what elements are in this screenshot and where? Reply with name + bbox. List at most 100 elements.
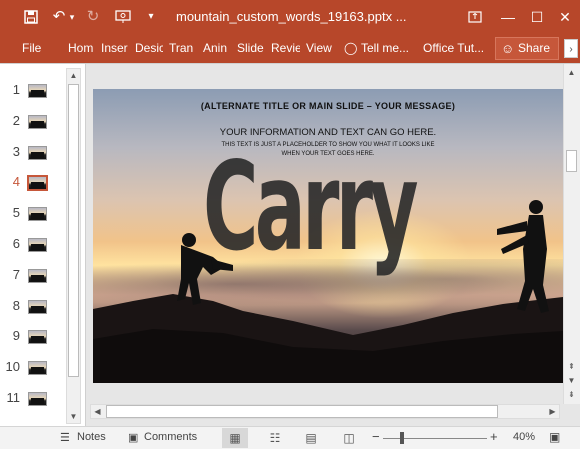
- tell-me-box[interactable]: Tell me...: [361, 41, 409, 55]
- scroll-up-icon[interactable]: ▲: [565, 66, 578, 79]
- thumbnail-image[interactable]: [28, 207, 47, 222]
- title-bar: ↶ ▾ ↻ ▾ mountain_custom_words_19163.pptx…: [0, 0, 580, 34]
- thumbnail-image[interactable]: [28, 114, 47, 129]
- tab-transitions[interactable]: Tran: [169, 41, 195, 55]
- thumbnail-image[interactable]: [28, 299, 47, 314]
- thumbnail-image[interactable]: [28, 361, 47, 376]
- person-icon: ☺: [501, 41, 515, 56]
- slide-sorter-icon[interactable]: ☷: [262, 428, 288, 448]
- scroll-up-icon[interactable]: ▲: [67, 69, 80, 82]
- share-label: Share: [518, 41, 551, 55]
- thumbnail-silhouette: [31, 213, 44, 220]
- zoom-out-button[interactable]: −: [372, 429, 380, 444]
- zoom-in-button[interactable]: +: [490, 429, 498, 444]
- slide-title[interactable]: (ALTERNATE TITLE OR MAIN SLIDE – YOUR ME…: [93, 101, 563, 111]
- thumbnail-silhouette: [31, 90, 44, 96]
- slide-vertical-scrollbar[interactable]: ▲ ⇞ ▼ ⇟: [563, 64, 580, 404]
- thumbnail-silhouette: [31, 274, 44, 281]
- scroll-down-icon[interactable]: ▼: [565, 374, 578, 387]
- ribbon-collapse-icon[interactable]: ›: [564, 39, 578, 58]
- slide-canvas[interactable]: Carry (ALTERNATE TITLE OR MAIN SLIDE – Y…: [93, 89, 563, 383]
- tab-view[interactable]: View: [306, 41, 332, 55]
- notes-button[interactable]: Notes: [77, 431, 106, 443]
- tab-insert[interactable]: Inser: [101, 41, 130, 55]
- thumbnail-image[interactable]: [27, 175, 48, 192]
- next-slide-icon[interactable]: ⇟: [565, 388, 578, 401]
- previous-slide-icon[interactable]: ⇞: [565, 360, 578, 373]
- zoom-level[interactable]: 40%: [513, 431, 535, 443]
- fit-slide-icon[interactable]: ▣: [549, 430, 560, 444]
- customize-qat-icon[interactable]: ▾: [140, 6, 162, 28]
- thumbnail-number: 1: [12, 82, 20, 97]
- present-from-start-icon[interactable]: [112, 6, 134, 28]
- thumbnail-image[interactable]: [28, 84, 47, 98]
- slide-horizontal-scrollbar[interactable]: ◀ ▶: [90, 404, 560, 419]
- tab-design[interactable]: Desic: [135, 41, 163, 55]
- scroll-down-icon[interactable]: ▼: [67, 410, 80, 423]
- tab-office-tutorial[interactable]: Office Tut...: [423, 41, 484, 55]
- slide-placeholder-text[interactable]: THIS TEXT IS JUST A PLACEHOLDER TO SHOW …: [93, 141, 563, 159]
- slide-thumbnail[interactable]: 11: [0, 388, 64, 410]
- tab-animations[interactable]: Anin: [203, 41, 230, 55]
- tab-file[interactable]: File: [22, 41, 41, 55]
- tab-home[interactable]: Hom: [68, 41, 95, 55]
- redo-icon: ↻: [86, 8, 100, 25]
- slide-thumbnail[interactable]: 2: [0, 111, 64, 133]
- document-title: mountain_custom_words_19163.pptx ...: [176, 9, 407, 24]
- slide-thumbnail[interactable]: 3: [0, 142, 64, 164]
- thumbnail-number: 2: [12, 112, 20, 128]
- scroll-right-icon[interactable]: ▶: [546, 405, 559, 418]
- minimize-button[interactable]: —: [495, 4, 521, 30]
- slide-thumbnail[interactable]: 6: [0, 234, 64, 256]
- thumbnail-number: 5: [12, 205, 20, 221]
- slide-info-text[interactable]: YOUR INFORMATION AND TEXT CAN GO HERE.: [93, 127, 563, 138]
- slide-thumbnail[interactable]: 7: [0, 265, 64, 287]
- workspace: ▲ ▼ 1 2 3 4 5 6 7 8 9 10 11 Carry (ALTER…: [0, 63, 580, 427]
- notes-icon: ☰: [60, 432, 70, 444]
- reading-view-icon[interactable]: ▤: [298, 428, 324, 448]
- slide-thumbnail-pane: ▲ ▼ 1 2 3 4 5 6 7 8 9 10 11: [0, 64, 86, 427]
- thumbnail-number: 8: [12, 297, 20, 313]
- slide-thumbnail[interactable]: 5: [0, 203, 64, 225]
- scroll-thumb[interactable]: [68, 84, 79, 377]
- thumbnail-image[interactable]: [28, 238, 47, 252]
- slide-thumbnail[interactable]: 4: [0, 172, 64, 194]
- ribbon-tabs: File Hom Inser Desic Tran Anin Slide Rev…: [0, 34, 580, 63]
- thumbnail-image[interactable]: [28, 145, 47, 160]
- slide-thumbnail[interactable]: 9: [0, 326, 64, 348]
- undo-dropdown-icon[interactable]: ▾: [66, 6, 78, 28]
- placeholder-line-1: THIS TEXT IS JUST A PLACEHOLDER TO SHOW …: [221, 142, 435, 148]
- slideshow-icon[interactable]: ◫: [336, 428, 362, 448]
- slide-thumbnail[interactable]: 10: [0, 357, 64, 379]
- comment-icon: ▣: [128, 432, 139, 444]
- thumbnail-image[interactable]: [28, 268, 47, 283]
- maximize-button[interactable]: ☐: [524, 4, 550, 30]
- share-button[interactable]: ☺ Share: [495, 37, 559, 60]
- ribbon-display-options-icon[interactable]: [462, 4, 488, 30]
- slide-thumbnail[interactable]: 8: [0, 296, 64, 318]
- thumbnail-number: 7: [12, 266, 20, 282]
- thumbnail-silhouette: [31, 367, 44, 374]
- tab-review[interactable]: Revie: [271, 41, 300, 55]
- thumbnail-silhouette: [31, 244, 44, 250]
- scroll-left-icon[interactable]: ◀: [91, 405, 104, 418]
- comments-button[interactable]: Comments: [144, 431, 197, 443]
- thumbnail-silhouette: [31, 305, 44, 312]
- zoom-slider[interactable]: [383, 438, 487, 439]
- thumbnail-image[interactable]: [28, 330, 47, 345]
- thumbnail-silhouette: [31, 120, 44, 127]
- right-figure: [497, 200, 549, 313]
- lightbulb-icon: ◯: [344, 41, 358, 55]
- thumbnail-number: 10: [5, 359, 20, 375]
- left-figure: [177, 233, 233, 305]
- scroll-thumb[interactable]: [106, 405, 498, 418]
- scroll-thumb[interactable]: [566, 150, 577, 172]
- thumbnail-scrollbar[interactable]: ▲ ▼: [66, 68, 81, 424]
- close-button[interactable]: ✕: [552, 4, 578, 30]
- tab-slideshow[interactable]: Slide: [237, 41, 267, 55]
- thumbnail-image[interactable]: [28, 392, 47, 406]
- normal-view-icon[interactable]: ▦: [222, 428, 248, 448]
- slide-thumbnail[interactable]: 1: [0, 80, 64, 102]
- save-icon[interactable]: [20, 6, 42, 28]
- zoom-slider-handle[interactable]: [400, 432, 404, 444]
